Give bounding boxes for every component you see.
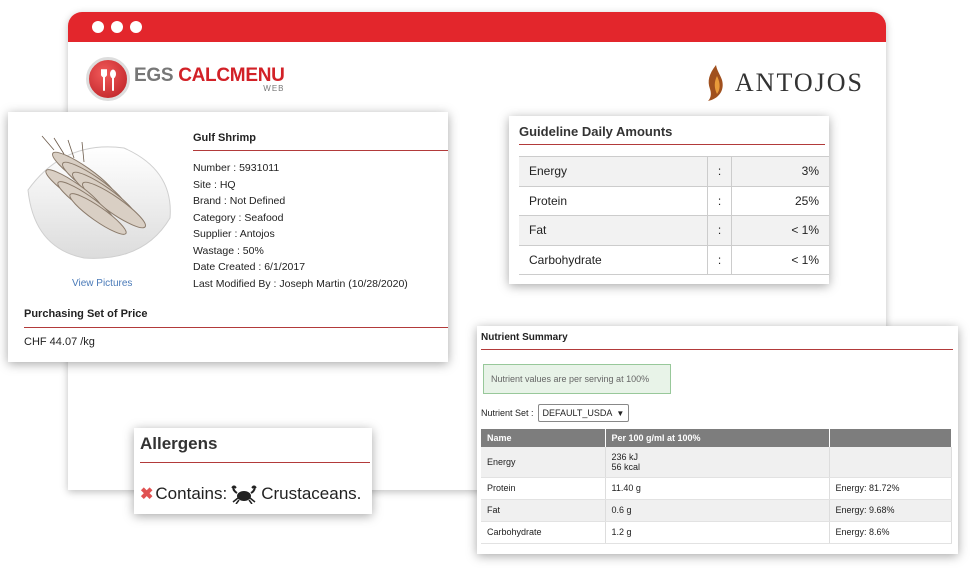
nutrient-name: Energy xyxy=(481,447,606,478)
antojos-logo[interactable]: ANTOJOS xyxy=(705,64,864,102)
table-row: Fat : < 1% xyxy=(519,215,829,246)
gda-name: Energy xyxy=(519,156,708,187)
gda-value: 25% xyxy=(731,185,829,216)
allergens-card: Allergens ✖ Contains: Crustaceans. xyxy=(134,428,372,514)
detail-supplier: Supplier : Antojos xyxy=(193,228,275,240)
nutrient-per100-kcal: 56 kcal xyxy=(611,461,641,472)
chevron-down-icon: ▼ xyxy=(616,408,625,418)
purchasing-label: Purchasing Set of Price xyxy=(24,308,148,320)
detail-last-modified: Last Modified By : Joseph Martin (10/28/… xyxy=(193,277,408,290)
detail-brand: Brand : Not Defined xyxy=(193,195,286,207)
divider xyxy=(24,327,448,328)
detail-number: Number : 5931011 xyxy=(193,162,280,174)
nutrient-summary-card: Nutrient Summary Nutrient values are per… xyxy=(477,326,958,554)
product-title: Gulf Shrimp xyxy=(193,132,256,144)
nutrient-extra xyxy=(829,447,952,478)
window-dot-icon[interactable] xyxy=(130,21,142,33)
table-row: Carbohydrate 1.2 g Energy: 8.6% xyxy=(481,521,952,544)
nutrient-name: Carbohydrate xyxy=(481,521,606,544)
nutrient-set-row: Nutrient Set : DEFAULT_USDA ▼ xyxy=(481,404,630,422)
logo-text-calcmenu: CALCMENU xyxy=(178,64,285,86)
gda-value: < 1% xyxy=(731,215,829,246)
nutrient-per100: 1.2 g xyxy=(605,521,830,544)
product-details: Number : 5931011 Site : HQ Brand : Not D… xyxy=(193,160,408,292)
nutrient-summary-title: Nutrient Summary xyxy=(481,332,568,343)
window-dot-icon[interactable] xyxy=(111,21,123,33)
gda-separator: : xyxy=(707,244,733,275)
guideline-title: Guideline Daily Amounts xyxy=(519,124,673,139)
allergen-item: Crustaceans. xyxy=(261,484,362,503)
divider xyxy=(193,150,448,151)
contains-label: Contains: xyxy=(155,484,228,503)
table-row: Protein 11.40 g Energy: 81.72% xyxy=(481,477,952,500)
nutrient-extra: Energy: 9.68% xyxy=(829,499,952,522)
product-card: View Pictures Gulf Shrimp Number : 59310… xyxy=(8,112,448,362)
nutrient-set-label: Nutrient Set : xyxy=(481,408,534,418)
allergens-title: Allergens xyxy=(140,434,218,453)
allergen-line: ✖ Contains: Crustaceans. xyxy=(140,484,361,504)
nutrient-name: Protein xyxy=(481,477,606,500)
nutrient-set-select[interactable]: DEFAULT_USDA ▼ xyxy=(537,404,630,422)
window-dot-icon[interactable] xyxy=(92,21,104,33)
table-row: Energy 236 kJ 56 kcal xyxy=(481,447,952,478)
divider xyxy=(519,144,825,145)
nutrient-table: Name Per 100 g/ml at 100% Energy 236 kJ … xyxy=(481,429,952,544)
detail-site: Site : HQ xyxy=(193,178,236,191)
purchasing-price: CHF 44.07 /kg xyxy=(24,336,95,348)
guideline-card: Guideline Daily Amounts Energy : 3% Prot… xyxy=(509,116,829,284)
logo-text-egs: EGS xyxy=(134,64,179,86)
gda-value: 3% xyxy=(731,156,829,187)
table-row: Energy : 3% xyxy=(519,156,829,187)
table-header-row: Name Per 100 g/ml at 100% xyxy=(481,429,952,447)
guideline-table: Energy : 3% Protein : 25% Fat : < 1% Car… xyxy=(519,156,829,275)
gda-name: Fat xyxy=(519,215,708,246)
browser-titlebar xyxy=(68,12,886,42)
serving-note: Nutrient values are per serving at 100% xyxy=(483,364,671,394)
gda-separator: : xyxy=(707,156,733,187)
nutrient-per100: 236 kJ 56 kcal xyxy=(605,447,830,478)
divider xyxy=(481,349,953,350)
antojos-wordmark: ANTOJOS xyxy=(734,68,864,97)
detail-date-created: Date Created : 6/1/2017 xyxy=(193,261,306,273)
header-extra xyxy=(829,429,952,447)
nutrient-extra: Energy: 8.6% xyxy=(829,521,952,544)
table-row: Fat 0.6 g Energy: 9.68% xyxy=(481,499,952,522)
logo-text-web: WEB xyxy=(263,83,285,93)
gda-separator: : xyxy=(707,185,733,216)
flame-icon xyxy=(707,65,723,101)
gda-separator: : xyxy=(707,215,733,246)
header-per100[interactable]: Per 100 g/ml at 100% xyxy=(605,429,830,447)
nutrient-name: Fat xyxy=(481,499,606,522)
header-name[interactable]: Name xyxy=(481,429,606,447)
table-row: Protein : 25% xyxy=(519,185,829,216)
divider xyxy=(140,462,370,463)
table-row: Carbohydrate : < 1% xyxy=(519,244,829,275)
crab-icon xyxy=(231,485,257,504)
fork-spoon-icon xyxy=(86,57,130,101)
nutrient-set-value: DEFAULT_USDA xyxy=(542,408,613,418)
calcmenu-logo[interactable]: EGS CALCMENU WEB xyxy=(86,57,285,101)
detail-category: Category : Seafood xyxy=(193,211,284,224)
shrimp-photo[interactable] xyxy=(24,130,174,270)
close-x-icon: ✖ xyxy=(140,486,154,503)
gda-value: < 1% xyxy=(731,244,829,275)
nutrient-per100-kj: 236 kJ xyxy=(611,451,639,462)
gda-name: Protein xyxy=(519,185,708,216)
gda-name: Carbohydrate xyxy=(519,244,708,275)
nutrient-per100: 11.40 g xyxy=(605,477,830,500)
view-pictures-link[interactable]: View Pictures xyxy=(72,278,132,289)
stage: EGS CALCMENU WEB ANTOJOS View Pictures G… xyxy=(0,0,973,571)
nutrient-extra: Energy: 81.72% xyxy=(829,477,952,500)
nutrient-per100: 0.6 g xyxy=(605,499,830,522)
detail-wastage: Wastage : 50% xyxy=(193,244,264,257)
